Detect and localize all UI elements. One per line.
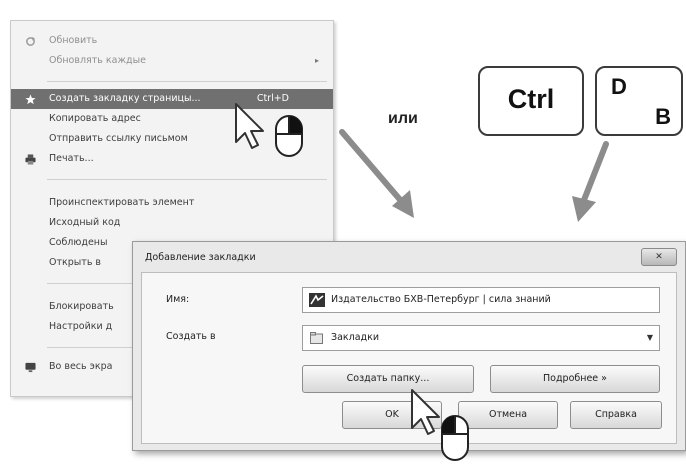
- details-button[interactable]: Подробнее »: [490, 365, 660, 393]
- menu-item-label: Копировать адрес: [49, 113, 141, 124]
- chevron-down-icon: ▼: [646, 333, 653, 342]
- site-favicon-icon: [309, 293, 325, 307]
- printer-icon: [25, 154, 36, 165]
- close-icon: ✕: [655, 252, 663, 262]
- folder-select-value: Закладки: [331, 332, 380, 343]
- ctrl-key-label: Ctrl: [507, 84, 555, 114]
- menu-item-label: Печать...: [49, 153, 94, 164]
- menu-item-label: Во весь экра: [49, 361, 113, 372]
- menu-item-label: Настройки д: [49, 321, 113, 332]
- create-in-label: Создать в: [166, 331, 216, 342]
- ctrl-key: Ctrl: [478, 66, 584, 136]
- close-button[interactable]: ✕: [641, 248, 677, 266]
- name-label: Имя:: [166, 294, 190, 305]
- arrow-from-keys-icon: [572, 141, 609, 222]
- menu-item-label: Проинспектировать элемент: [49, 197, 195, 208]
- name-field[interactable]: Издательство БХВ-Петербург | сила знаний: [302, 287, 660, 313]
- folder-select[interactable]: Закладки ▼: [302, 325, 660, 351]
- help-button[interactable]: Справка: [570, 401, 662, 429]
- menu-item-inspect[interactable]: Проинспектировать элемент: [11, 193, 333, 213]
- d-key-cyrillic-label: B: [655, 104, 671, 129]
- menu-item-label: Блокировать: [49, 301, 114, 312]
- menu-item-label: Создать закладку страницы...: [49, 93, 201, 104]
- menu-item-refresh-every[interactable]: Обновлять каждые ▸: [11, 51, 333, 71]
- d-key-label: D: [611, 74, 627, 99]
- monitor-icon: [25, 362, 36, 373]
- folder-icon: [310, 332, 323, 344]
- submenu-arrow-icon: ▸: [314, 56, 319, 65]
- menu-item-refresh[interactable]: Обновить: [11, 31, 333, 51]
- arrow-to-dialog-icon: [339, 129, 414, 218]
- name-field-value: Издательство БХВ-Петербург | сила знаний: [331, 294, 551, 305]
- menu-item-label: Обновлять каждые: [49, 55, 146, 66]
- mouse-pointer-ok-icon: [411, 389, 469, 461]
- menu-item-view-source[interactable]: Исходный код: [11, 213, 333, 233]
- menu-item-label: Открыть в: [49, 257, 102, 268]
- menu-item-label: Обновить: [49, 35, 98, 46]
- bookmark-star-icon: [25, 94, 36, 105]
- menu-item-label: Отправить ссылку письмом: [49, 133, 188, 144]
- menu-item-label: Исходный код: [49, 217, 121, 228]
- mouse-pointer-icon: [235, 103, 303, 157]
- menu-separator: [47, 179, 327, 180]
- dialog-title: Добавление закладки: [145, 252, 256, 263]
- menu-separator: [47, 81, 327, 82]
- menu-item-label: Соблюдены: [49, 237, 108, 248]
- refresh-icon: [26, 36, 36, 46]
- d-key: D B: [595, 66, 683, 136]
